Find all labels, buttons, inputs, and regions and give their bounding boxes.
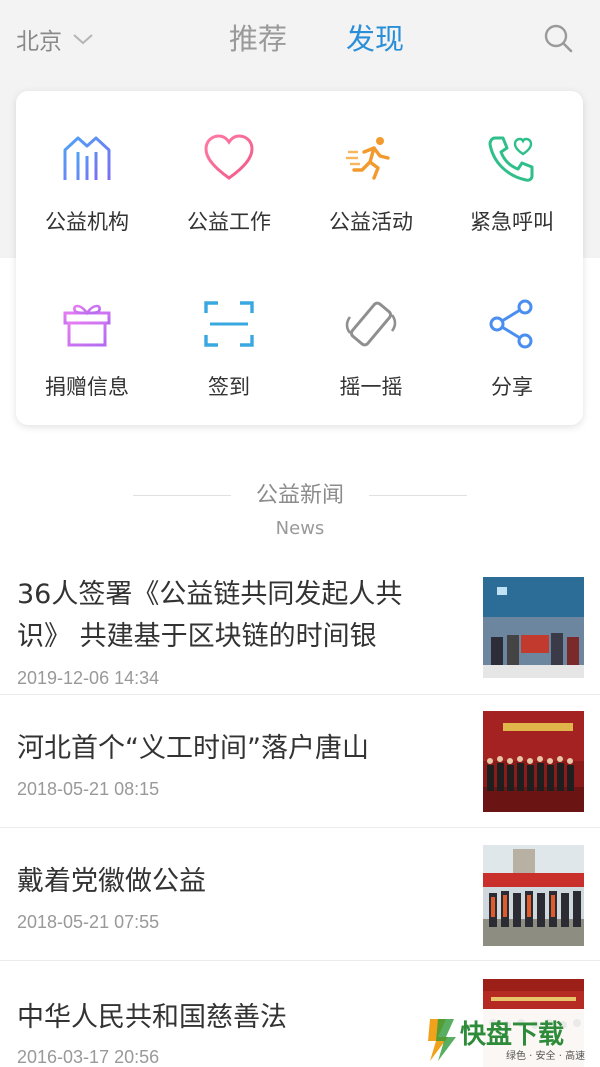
city-selector[interactable]: 北京 bbox=[16, 22, 94, 56]
grid-item-org[interactable]: 公益机构 bbox=[16, 132, 158, 282]
grid-label: 公益机构 bbox=[45, 210, 129, 234]
news-time: 2016-03-17 20:56 bbox=[17, 1047, 160, 1067]
phone-heart-icon bbox=[485, 132, 539, 186]
tab-recommend[interactable]: 推荐 bbox=[229, 20, 287, 58]
news-title: 36人签署《公益链共同发起人共识》 共建基于区块链的时间银 bbox=[17, 579, 403, 652]
news-title: 河北首个“义工时间”落户唐山 bbox=[17, 733, 369, 764]
news-time: 2019-12-06 14:34 bbox=[17, 668, 160, 688]
gift-icon bbox=[60, 297, 114, 351]
news-thumbnail bbox=[483, 711, 584, 812]
search-icon[interactable] bbox=[542, 22, 574, 54]
building-icon bbox=[60, 132, 114, 186]
news-title: 中华人民共和国慈善法 bbox=[17, 1002, 287, 1033]
section-header: 公益新闻 News bbox=[0, 480, 600, 542]
grid-item-donation[interactable]: 捐赠信息 bbox=[16, 297, 158, 447]
header: 北京 推荐 发现 bbox=[0, 0, 600, 78]
section-title: 公益新闻 bbox=[255, 483, 344, 508]
watermark-brand: 快盘下载 bbox=[460, 1019, 564, 1050]
watermark-logo: 快盘下载 绿色 · 安全 · 高速 bbox=[424, 1009, 600, 1067]
news-item[interactable]: 河北首个“义工时间”落户唐山 2018-05-21 08:15 bbox=[0, 695, 600, 828]
section-subtitle: News bbox=[275, 518, 325, 539]
grid-label: 公益活动 bbox=[329, 210, 413, 234]
grid-item-activity[interactable]: 公益活动 bbox=[300, 132, 442, 282]
shake-icon bbox=[344, 297, 398, 351]
grid-label: 摇一摇 bbox=[339, 375, 403, 399]
grid-item-emergency[interactable]: 紧急呼叫 bbox=[441, 132, 583, 282]
news-time: 2018-05-21 07:55 bbox=[17, 912, 160, 932]
scan-icon bbox=[202, 297, 256, 351]
grid-label: 捐赠信息 bbox=[45, 375, 129, 399]
news-thumbnail bbox=[483, 845, 584, 946]
running-icon bbox=[344, 132, 398, 186]
news-title: 戴着党徽做公益 bbox=[17, 866, 206, 897]
city-label: 北京 bbox=[16, 29, 62, 55]
feature-card: 公益机构 公益工作 公益活动 紧急呼叫 捐赠信息 签到 摇一摇 分享 bbox=[16, 91, 583, 425]
grid-label: 分享 bbox=[491, 375, 533, 399]
tab-discover[interactable]: 发现 bbox=[346, 20, 404, 58]
news-item[interactable]: 戴着党徽做公益 2018-05-21 07:55 bbox=[0, 828, 600, 961]
grid-item-shake[interactable]: 摇一摇 bbox=[300, 297, 442, 447]
grid-label: 签到 bbox=[208, 375, 250, 399]
grid-item-share[interactable]: 分享 bbox=[441, 297, 583, 447]
watermark-slogan: 绿色 · 安全 · 高速 bbox=[506, 1049, 585, 1062]
news-item[interactable]: 36人签署《公益链共同发起人共识》 共建基于区块链的时间银 2019-12-06… bbox=[0, 562, 600, 695]
heart-icon bbox=[202, 132, 256, 186]
grid-label: 紧急呼叫 bbox=[470, 210, 554, 234]
share-icon bbox=[485, 297, 539, 351]
grid-label: 公益工作 bbox=[187, 210, 271, 234]
news-thumbnail bbox=[483, 577, 584, 678]
chevron-down-icon bbox=[73, 34, 93, 45]
grid-item-checkin[interactable]: 签到 bbox=[158, 297, 300, 447]
news-time: 2018-05-21 08:15 bbox=[17, 779, 160, 799]
grid-item-work[interactable]: 公益工作 bbox=[158, 132, 300, 282]
